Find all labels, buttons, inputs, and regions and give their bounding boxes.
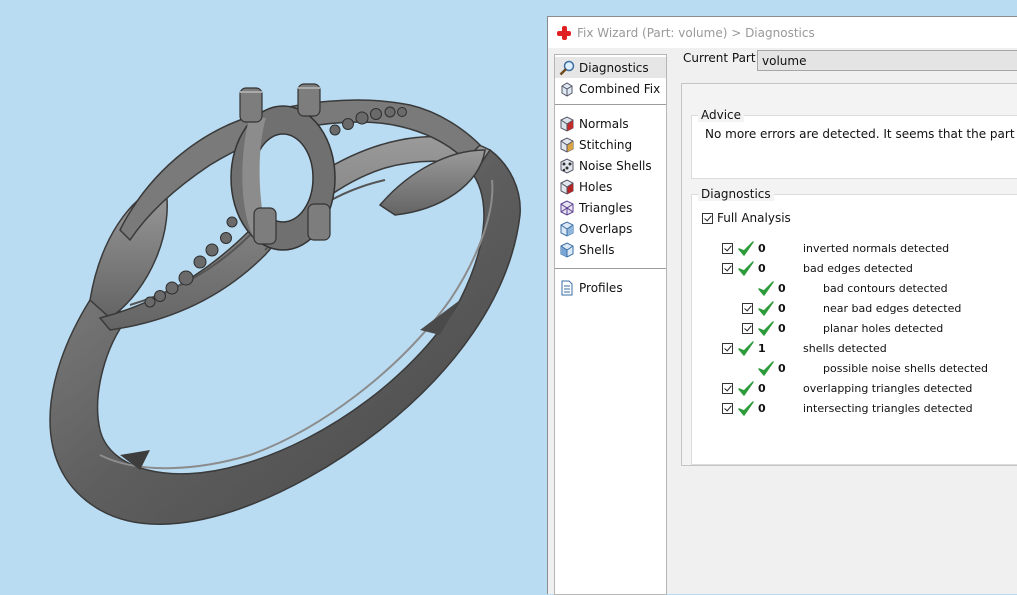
cube-icon — [561, 81, 573, 97]
ring-model[interactable] — [0, 0, 548, 594]
sidebar-item-stitching[interactable]: Stitching — [555, 134, 666, 155]
full-analysis-checkbox[interactable]: Full Analysis — [702, 211, 791, 225]
row-label: near bad edges detected — [823, 302, 962, 315]
row-count: 0 — [778, 282, 786, 295]
sidebar-item-shells[interactable]: Shells — [555, 239, 666, 260]
row-count: 0 — [758, 262, 766, 275]
row-count: 0 — [758, 382, 766, 395]
row-checkbox[interactable] — [722, 263, 733, 274]
row-checkbox[interactable] — [722, 403, 733, 414]
ok-check-icon — [758, 361, 774, 376]
diagnostic-row: 0 near bad edges detected — [692, 299, 1012, 319]
sidebar-item-label: Shells — [579, 242, 615, 257]
row-label: bad edges detected — [803, 262, 913, 275]
sidebar-item-noise-shells[interactable]: Noise Shells — [555, 155, 666, 176]
window-title: Fix Wizard (Part: volume) > Diagnostics — [577, 25, 815, 40]
fix-wizard-sidebar: Diagnostics Combined Fix Normals Stitchi… — [554, 54, 667, 595]
magnifier-icon — [559, 60, 575, 75]
current-part-label: Current Part: — [683, 51, 760, 65]
row-count: 0 — [778, 302, 786, 315]
checkbox-checked[interactable] — [702, 212, 713, 224]
stitching-cube-icon — [560, 136, 574, 153]
overlaps-cube-icon — [560, 220, 574, 237]
ok-check-icon — [738, 381, 754, 396]
full-analysis-label: Full Analysis — [717, 211, 791, 225]
sidebar-item-holes[interactable]: Holes — [555, 176, 666, 197]
row-count: 0 — [758, 242, 766, 255]
ok-check-icon — [738, 341, 754, 356]
normals-cube-icon — [560, 115, 574, 132]
advice-text: No more errors are detected. It seems th… — [705, 127, 1017, 141]
row-label: planar holes detected — [823, 322, 944, 335]
sidebar-item-diagnostics[interactable]: Diagnostics — [555, 57, 666, 78]
diagnostic-row: 0 planar holes detected — [692, 319, 1012, 339]
sidebar-item-label: Profiles — [579, 280, 623, 295]
diagnostic-row: 0 inverted normals detected — [692, 239, 1012, 259]
current-part-field[interactable]: volume — [757, 50, 1017, 71]
sidebar-item-label: Stitching — [579, 137, 633, 152]
3d-viewport[interactable] — [0, 0, 548, 594]
diagnostic-row: 0 bad edges detected — [692, 259, 1012, 279]
sidebar-item-triangles[interactable]: Triangles — [555, 197, 666, 218]
diagnostic-row: 0 bad contours detected — [692, 279, 1012, 299]
sidebar-item-label: Normals — [579, 116, 629, 131]
row-count: 0 — [758, 402, 766, 415]
row-checkbox[interactable] — [742, 323, 753, 334]
row-checkbox[interactable] — [722, 343, 733, 354]
ok-check-icon — [738, 401, 754, 416]
advice-group: Advice No more errors are detected. It s… — [691, 108, 1017, 179]
shells-cube-icon — [560, 241, 574, 258]
ok-check-icon — [758, 281, 774, 296]
advice-legend: Advice — [698, 108, 745, 122]
ok-check-icon — [738, 241, 754, 256]
sidebar-item-label: Noise Shells — [579, 158, 652, 173]
row-count: 0 — [778, 362, 786, 375]
row-label: inverted normals detected — [803, 242, 950, 255]
row-count: 0 — [778, 322, 786, 335]
row-label: bad contours detected — [823, 282, 948, 295]
sidebar-item-normals[interactable]: Normals — [555, 113, 666, 134]
sidebar-item-label: Combined Fix — [579, 81, 661, 96]
row-label: overlapping triangles detected — [803, 382, 973, 395]
row-count: 1 — [758, 342, 766, 355]
row-checkbox[interactable] — [722, 243, 733, 254]
sidebar-item-label: Overlaps — [579, 221, 633, 236]
document-icon — [561, 280, 573, 295]
noise-shells-icon — [560, 157, 574, 174]
row-label: shells detected — [803, 342, 887, 355]
row-checkbox[interactable] — [742, 303, 753, 314]
sidebar-item-label: Triangles — [579, 200, 633, 215]
diagnostics-group: Diagnostics Full Analysis 0 inverted norm… — [691, 187, 1017, 465]
diagnostic-row: 1 shells detected — [692, 339, 1012, 359]
diagnostic-row: 0 overlapping triangles detected — [692, 379, 1012, 399]
ok-check-icon — [758, 301, 774, 316]
row-checkbox[interactable] — [722, 383, 733, 394]
diagnostics-panel: Advice No more errors are detected. It s… — [681, 83, 1017, 466]
title-bar[interactable]: Fix Wizard (Part: volume) > Diagnostics — [548, 17, 1017, 48]
row-label: possible noise shells detected — [823, 362, 989, 375]
app-cross-icon — [557, 25, 571, 40]
diagnostics-legend: Diagnostics — [698, 187, 774, 201]
ok-check-icon — [738, 261, 754, 276]
diagnostic-row: 0 intersecting triangles detected — [692, 399, 1012, 419]
ok-check-icon — [758, 321, 774, 336]
sidebar-divider — [555, 268, 666, 269]
sidebar-item-label: Holes — [579, 179, 613, 194]
fix-wizard-window: Fix Wizard (Part: volume) > Diagnostics … — [547, 16, 1017, 595]
diagnostic-row: 0 possible noise shells detected — [692, 359, 1012, 379]
triangles-cube-icon — [560, 199, 574, 216]
sidebar-item-overlaps[interactable]: Overlaps — [555, 218, 666, 239]
row-label: intersecting triangles detected — [803, 402, 973, 415]
holes-cube-icon — [560, 178, 574, 195]
sidebar-divider — [555, 104, 666, 105]
sidebar-item-profiles[interactable]: Profiles — [555, 277, 666, 298]
sidebar-item-combined-fix[interactable]: Combined Fix — [555, 78, 666, 99]
sidebar-item-label: Diagnostics — [579, 60, 649, 75]
